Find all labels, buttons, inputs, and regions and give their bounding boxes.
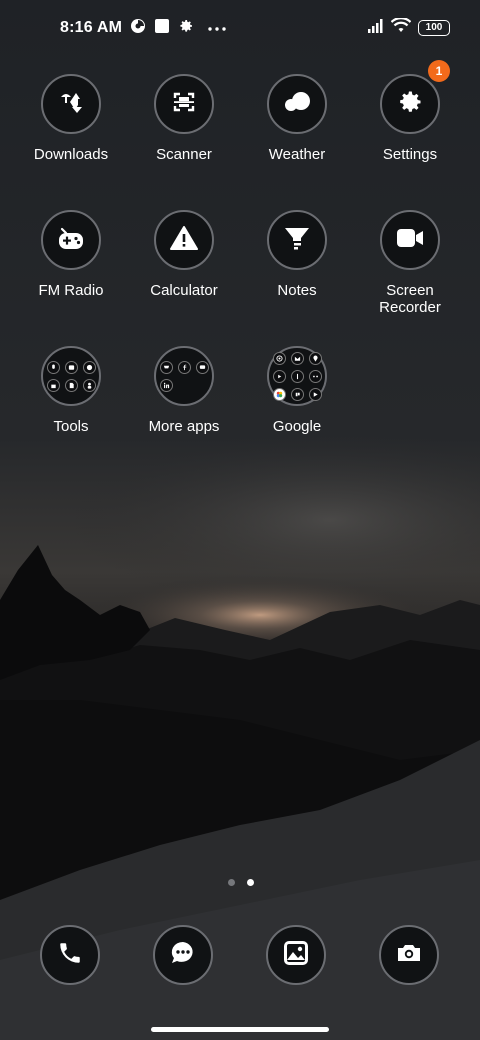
app-calculator[interactable]: Calculator — [128, 210, 240, 299]
app-label: Calculator — [150, 282, 218, 299]
mic-icon — [46, 360, 60, 374]
folder-google[interactable]: Google — [241, 346, 353, 435]
dock-icon-circle[interactable] — [153, 925, 213, 985]
status-time: 8:16 AM — [60, 19, 123, 36]
dock-camera[interactable] — [379, 925, 439, 985]
scanner-icon — [171, 89, 197, 120]
mini-lock-icon — [46, 378, 60, 392]
app-icon-circle[interactable] — [267, 210, 327, 270]
folder-tools[interactable]: Tools — [15, 346, 127, 435]
page-indicator — [228, 879, 254, 886]
radio-icon — [57, 225, 85, 256]
dock-icon-circle[interactable] — [379, 925, 439, 985]
mini-file-icon — [64, 378, 78, 392]
data-saver-icon — [130, 18, 146, 39]
gear-icon — [178, 18, 194, 39]
cloud-icon — [282, 90, 312, 119]
chrome-icon — [272, 351, 286, 365]
app-label-line: Screen — [386, 282, 434, 299]
google-g-icon — [290, 369, 304, 383]
folder-label: Tools — [53, 418, 89, 435]
app-label: Screen Recorder — [354, 282, 466, 316]
dock-phone[interactable] — [40, 925, 100, 985]
dock-icon-circle[interactable] — [40, 925, 100, 985]
folder-circle[interactable] — [154, 346, 214, 406]
mini-person-icon — [82, 378, 96, 392]
app-label-line: Recorder — [379, 299, 441, 316]
folder-circle[interactable] — [267, 346, 327, 406]
funnel-icon — [283, 224, 311, 257]
warning-triangle-icon — [170, 225, 198, 256]
camera-icon — [396, 941, 422, 970]
status-bar: 8:16 AM 100 — [0, 0, 480, 56]
app-icon-circle[interactable]: 1 — [380, 60, 450, 134]
dock-messages[interactable] — [153, 925, 213, 985]
app-label: Downloads — [33, 146, 109, 163]
folder-more-apps[interactable]: More apps — [128, 346, 240, 435]
app-label: Scanner — [156, 146, 212, 163]
gesture-nav-handle[interactable] — [151, 1027, 329, 1032]
mini-compass-icon — [82, 360, 96, 374]
app-icon-circle[interactable] — [154, 210, 214, 270]
facebook-icon — [177, 360, 191, 374]
app-screen-recorder[interactable]: Screen Recorder — [354, 210, 466, 316]
folder-label: More apps — [148, 418, 220, 435]
square-notification-icon — [154, 18, 170, 39]
app-icon-circle[interactable] — [41, 210, 101, 270]
app-notes[interactable]: Notes — [241, 210, 353, 299]
mini-cart-icon — [159, 360, 173, 374]
folder-preview-grid — [46, 360, 96, 392]
gallery-icon — [282, 939, 310, 972]
battery-icon: 100 — [418, 20, 450, 36]
download-icon — [58, 89, 84, 120]
page-dot-1[interactable] — [228, 879, 235, 886]
youtube-icon — [272, 369, 286, 383]
folder-circle[interactable] — [41, 346, 101, 406]
app-icon-circle[interactable] — [380, 210, 440, 270]
play-store-icon — [308, 387, 322, 401]
dock-gallery[interactable] — [266, 925, 326, 985]
app-label: Weather — [268, 146, 326, 163]
wifi-icon — [390, 17, 412, 38]
app-settings[interactable]: 1 Settings — [354, 60, 466, 163]
app-icon-circle[interactable] — [154, 74, 214, 134]
chat-bubble-icon — [169, 939, 197, 972]
app-label: FM Radio — [38, 282, 104, 299]
app-scanner[interactable]: Scanner — [128, 74, 240, 163]
app-label: Settings — [382, 146, 438, 163]
notification-badge: 1 — [428, 60, 450, 82]
app-fm-radio[interactable]: FM Radio — [15, 210, 127, 299]
photos-icon — [272, 387, 286, 401]
app-weather[interactable]: Weather — [241, 74, 353, 163]
cell-signal-icon — [368, 18, 384, 38]
duo-icon — [308, 369, 322, 383]
dock-icon-circle[interactable] — [266, 925, 326, 985]
drive-icon — [290, 387, 304, 401]
app-downloads[interactable]: Downloads — [15, 74, 127, 163]
gear-icon — [396, 88, 424, 121]
video-camera-icon — [396, 227, 424, 254]
gmail-icon — [290, 351, 304, 365]
more-dots-icon — [208, 19, 226, 37]
folder-preview-grid — [272, 351, 322, 401]
maps-pin-icon — [308, 351, 322, 365]
linkedin-icon — [159, 378, 173, 392]
app-icon-circle[interactable] — [41, 74, 101, 134]
phone-icon — [57, 940, 83, 971]
home-screen: 8:16 AM 100 Downloads Scanner Weather 1 … — [0, 0, 480, 1040]
folder-label: Google — [272, 418, 322, 435]
mini-chat-icon — [195, 360, 209, 374]
page-dot-2-active[interactable] — [247, 879, 254, 886]
mini-square-icon — [64, 360, 78, 374]
app-icon-circle[interactable] — [267, 74, 327, 134]
folder-preview-grid — [159, 360, 209, 392]
app-label: Notes — [277, 282, 317, 299]
